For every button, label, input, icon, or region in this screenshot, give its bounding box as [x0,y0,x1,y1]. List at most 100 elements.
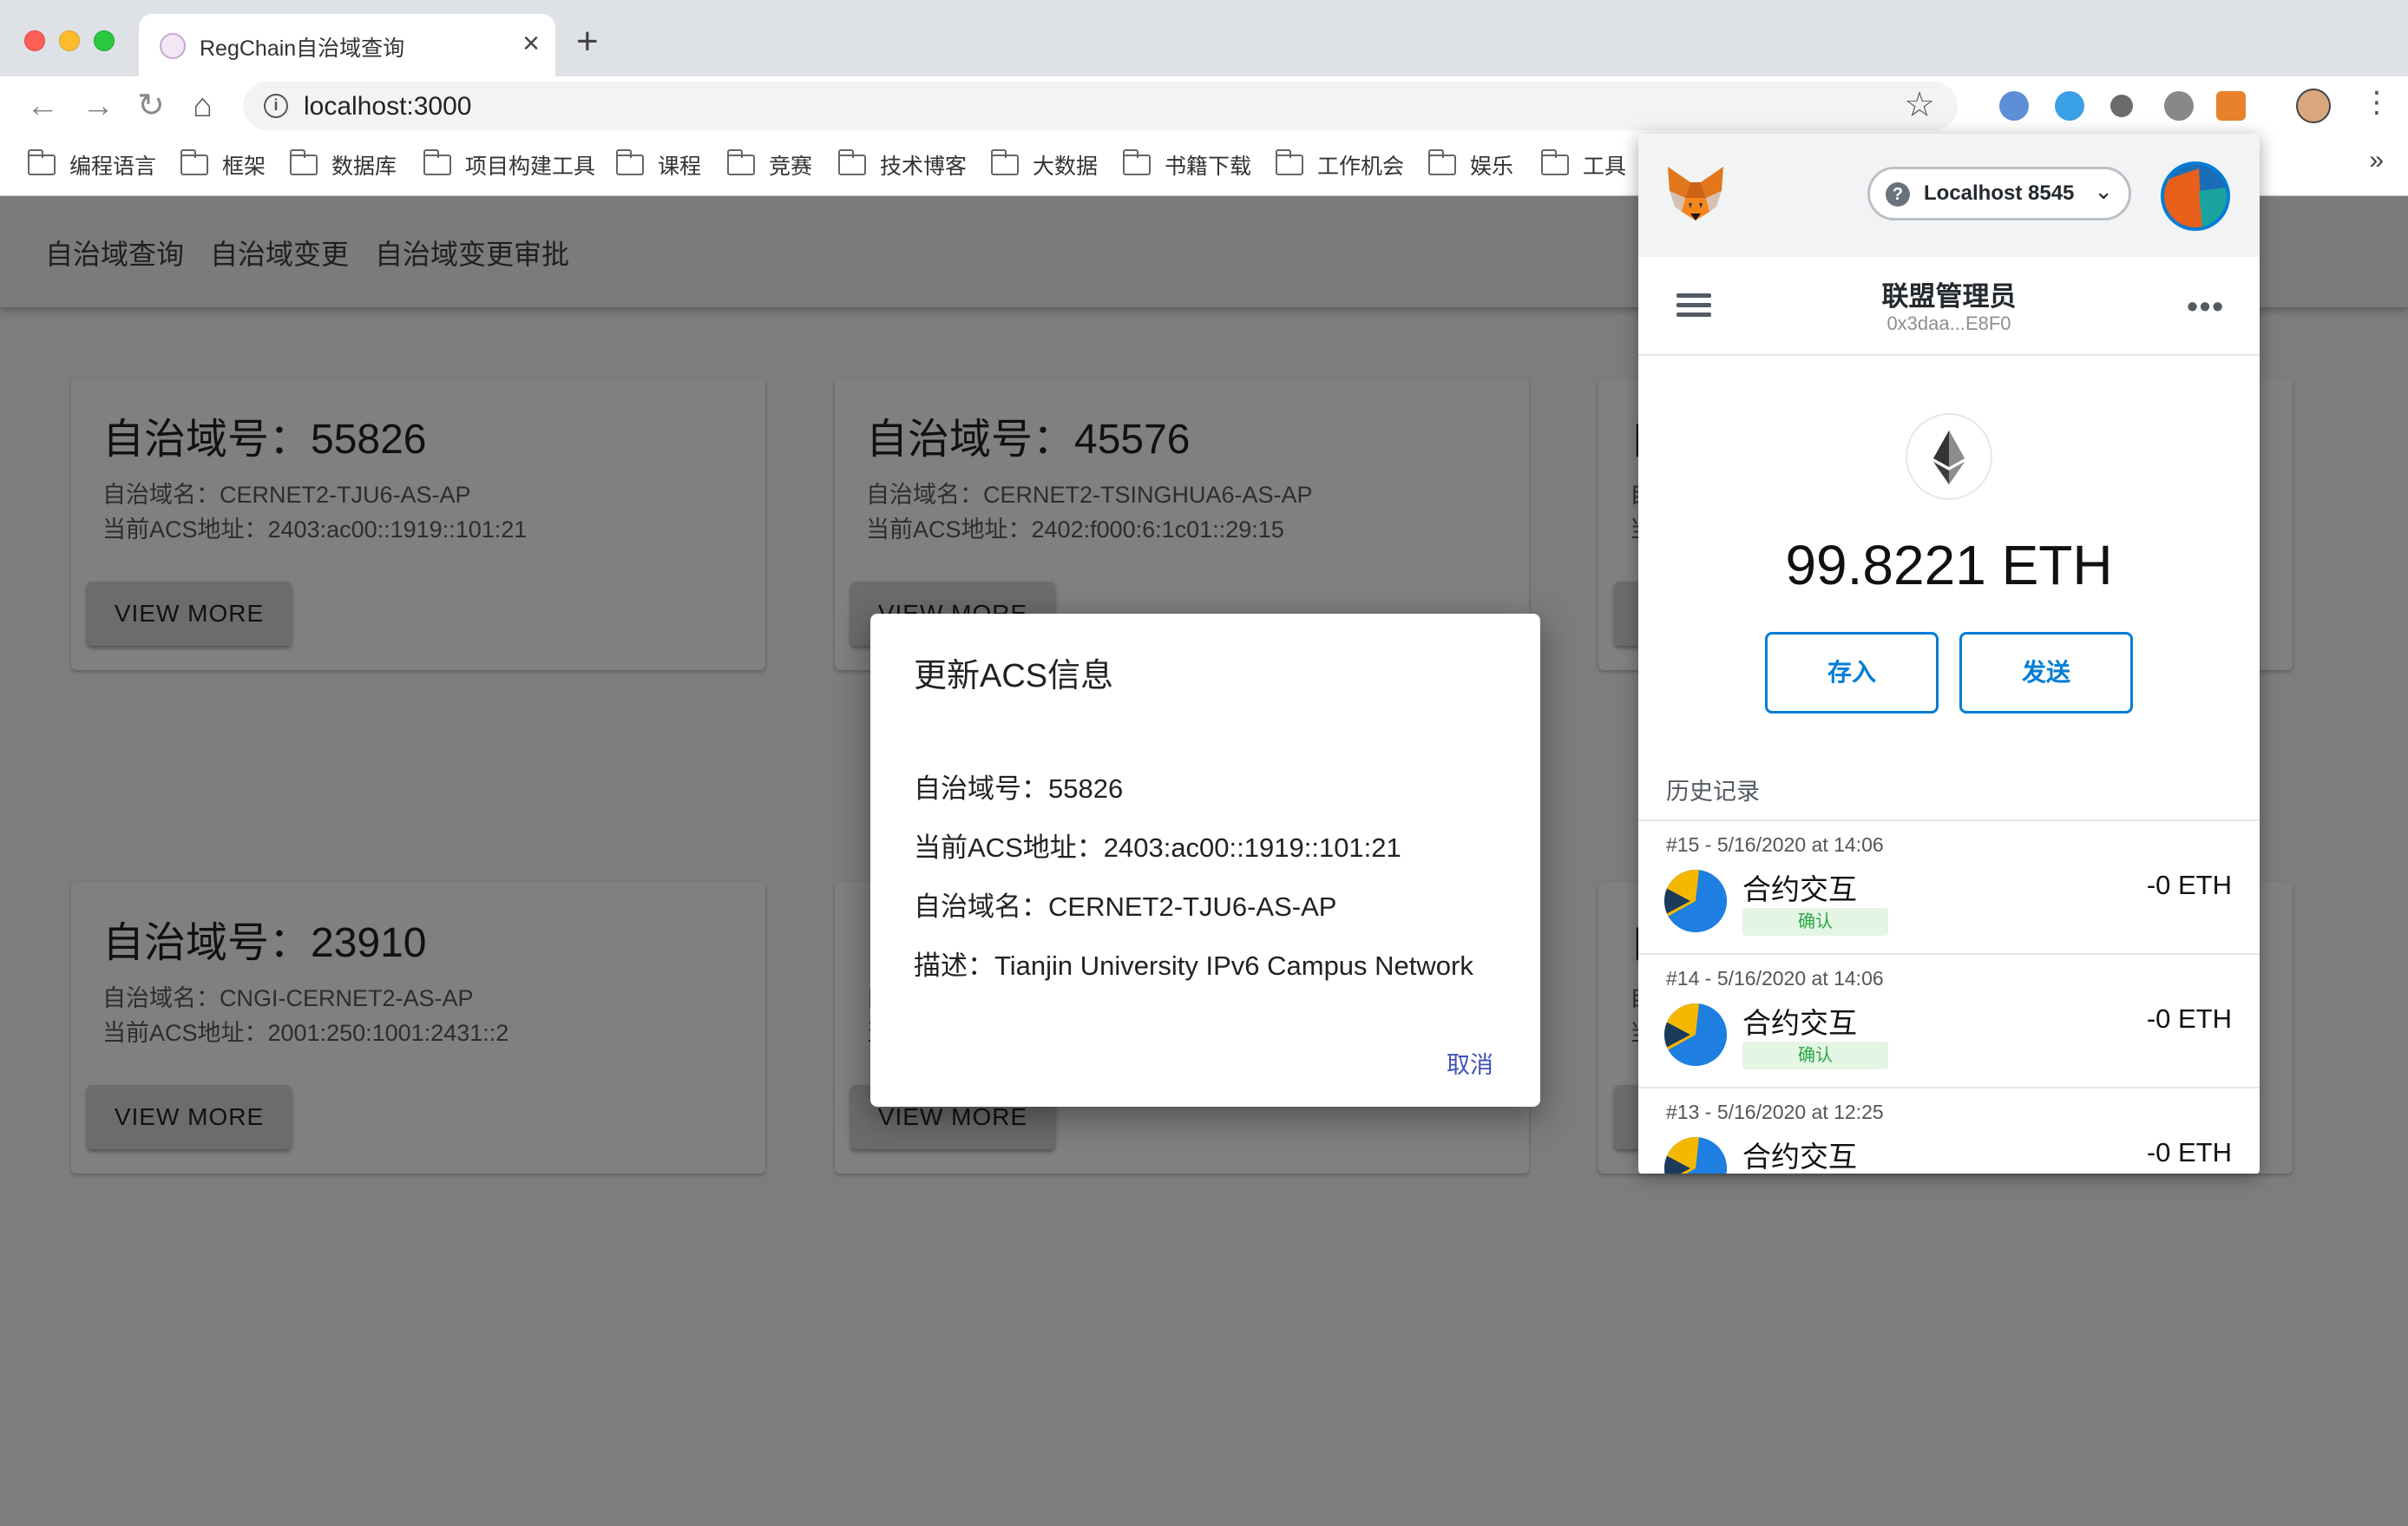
network-label: Localhost 8545 [1924,181,2075,205]
bookmark-folder[interactable]: 书籍下载 [1123,149,1251,181]
dialog-acs-address: 当前ACS地址：2403:ac00::1919::101:21 [914,832,1401,863]
dialog-title: 更新ACS信息 [914,658,1114,694]
transaction-item[interactable]: #14 - 5/16/2020 at 14:06 合约交互 确认 -0 ETH [1638,953,2260,1087]
forward-icon[interactable]: → [82,87,115,125]
folder-icon [1123,149,1151,175]
folder-icon [28,149,56,175]
cancel-button[interactable]: 取消 [1447,1046,1493,1080]
card-title: 自治域号：45576 [866,417,1191,463]
contract-interaction-icon [1664,1003,1727,1066]
bookmark-star-icon[interactable]: ☆ [1904,85,1935,125]
browser-tab-bar: RegChain自治域查询 × + [0,0,2408,76]
card-acs-address: 当前ACS地址：2001:250:1001:2431::2 [102,1020,509,1046]
dialog-as-number: 自治域号：55826 [914,773,1124,804]
folder-icon [991,149,1019,175]
menu-icon[interactable]: ⋮ [2362,83,2392,122]
card-title: 自治域号：55826 [102,417,427,463]
transaction-item[interactable]: #15 - 5/16/2020 at 14:06 合约交互 确认 -0 ETH [1638,819,2260,953]
view-more-button[interactable]: VIEW MORE [87,582,292,646]
folder-icon [423,149,451,175]
card-title: 自治域号：23910 [102,920,427,966]
browser-tab[interactable]: RegChain自治域查询 × [139,14,555,76]
bookmark-folder[interactable]: 数据库 [290,149,397,181]
nav-as-query[interactable]: 自治域查询 [45,233,184,273]
browser-toolbar: ← → ↻ ⌂ i localhost:3000 ☆ ⋮ [0,76,2408,135]
folder-icon [838,149,866,175]
profile-avatar[interactable] [2296,89,2331,123]
reload-icon[interactable]: ↻ [137,87,165,125]
bookmark-folder[interactable]: 技术博客 [838,149,967,181]
address-bar[interactable]: i localhost:3000 ☆ [243,82,1958,130]
transaction-date: #13 - 5/16/2020 at 12:25 [1666,1101,1884,1123]
close-window-button[interactable] [24,30,45,51]
url-text[interactable]: localhost:3000 [304,92,471,122]
favicon-icon [160,33,186,59]
transaction-type: 合约交互 [1742,1141,1857,1173]
contract-interaction-icon [1664,870,1727,932]
card-as-name: 自治域名：CNGI-CERNET2-AS-AP [102,985,474,1011]
metamask-extension-icon[interactable] [2216,91,2246,121]
more-options-icon[interactable]: ••• [2187,288,2225,325]
transaction-date: #14 - 5/16/2020 at 14:06 [1666,967,1884,990]
bookmark-folder[interactable]: 工作机会 [1276,149,1404,181]
back-icon[interactable]: ← [26,87,59,125]
maximize-window-button[interactable] [94,30,115,51]
account-bar: 联盟管理员 0x3daa...E8F0 ••• [1638,257,2260,356]
account-name[interactable]: 联盟管理员 [1638,274,2260,313]
account-address[interactable]: 0x3daa...E8F0 [1638,312,2260,335]
nav-as-change-approval[interactable]: 自治域变更审批 [375,233,569,273]
deposit-button[interactable]: 存入 [1765,632,1939,714]
extension-icon[interactable] [1999,91,2029,121]
help-circle-icon: ? [1886,182,1910,207]
transaction-type: 合约交互 [1742,1007,1857,1039]
extension-icon[interactable] [2055,91,2084,121]
as-card: 自治域号：23910 自治域名：CNGI-CERNET2-AS-AP 当前ACS… [71,882,765,1174]
identicon-icon [2164,165,2227,227]
transaction-amount: -0 ETH [2146,1003,2232,1034]
bookmark-folder[interactable]: 课程 [616,149,701,181]
bookmark-folder[interactable]: 编程语言 [28,149,156,181]
bookmark-folder[interactable]: 竞赛 [727,149,812,181]
home-icon[interactable]: ⌂ [193,87,213,125]
transaction-amount: -0 ETH [2146,870,2232,900]
transaction-amount: -0 ETH [2146,1137,2232,1168]
network-selector[interactable]: ? Localhost 8545 ⌄ [1867,167,2131,220]
card-as-name: 自治域名：CERNET2-TJU6-AS-AP [102,482,471,508]
transaction-item[interactable]: #13 - 5/16/2020 at 12:25 合约交互 -0 ETH [1638,1087,2260,1174]
card-acs-address: 当前ACS地址：2402:f000:6:1c01::29:15 [866,516,1284,543]
bookmark-folder[interactable]: 大数据 [991,149,1098,181]
folder-icon [290,149,318,175]
close-tab-icon[interactable]: × [522,26,540,61]
minimize-window-button[interactable] [59,30,80,51]
bookmark-folder[interactable]: 工具 [1541,149,1626,181]
folder-icon [1276,149,1303,175]
folder-icon [727,149,755,175]
status-badge: 确认 [1742,1042,1888,1069]
bookmark-folder[interactable]: 项目构建工具 [423,149,595,181]
folder-icon [1428,149,1456,175]
contract-interaction-icon [1664,1137,1727,1174]
view-more-button[interactable]: VIEW MORE [87,1085,292,1149]
info-icon[interactable]: i [264,94,288,118]
ethereum-icon [1906,413,1992,500]
extension-icon[interactable] [2164,91,2194,121]
eth-balance: 99.8221 ETH [1785,534,2113,596]
tab-title: RegChain自治域查询 [200,36,405,61]
metamask-header: ? Localhost 8545 ⌄ [1638,134,2260,257]
bookmark-folder[interactable]: 娱乐 [1428,149,1513,181]
as-card: 自治域号：55826 自治域名：CERNET2-TJU6-AS-AP 当前ACS… [71,378,765,670]
extension-icon[interactable] [2110,95,2133,117]
new-tab-icon[interactable]: + [576,23,599,61]
metamask-popup: ? Localhost 8545 ⌄ 联盟管理员 0x3daa...E8F0 •… [1638,134,2260,1174]
more-bookmarks-icon[interactable]: » [2369,146,2384,175]
account-avatar[interactable] [2161,161,2230,231]
send-button[interactable]: 发送 [1959,632,2133,714]
chevron-down-icon: ⌄ [2094,178,2113,204]
status-badge: 确认 [1742,908,1888,936]
folder-icon [1541,149,1569,175]
bookmark-folder[interactable]: 框架 [180,149,266,181]
folder-icon [616,149,644,175]
nav-as-change[interactable]: 自治域变更 [210,233,349,273]
dialog-as-name: 自治域名：CERNET2-TJU6-AS-AP [914,891,1337,922]
transaction-date: #15 - 5/16/2020 at 14:06 [1666,833,1884,856]
